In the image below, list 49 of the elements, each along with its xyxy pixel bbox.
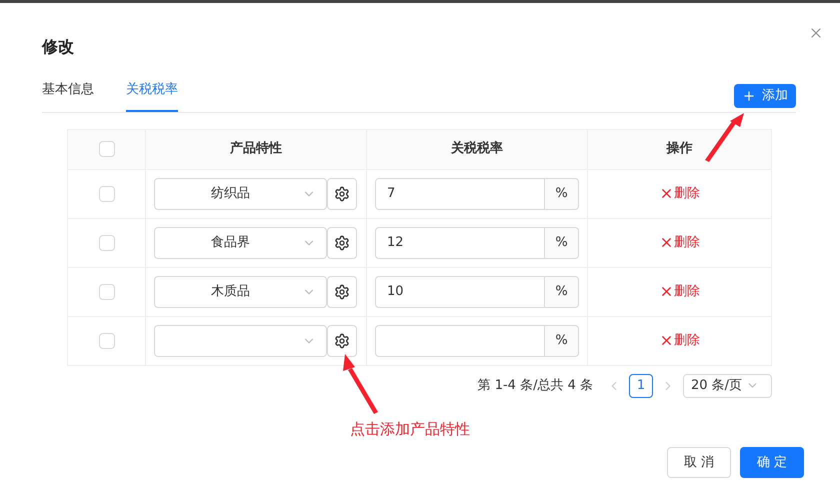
close-icon (659, 284, 674, 299)
plus-icon (742, 88, 756, 102)
delete-link[interactable]: 删除 (659, 330, 700, 350)
rate-field[interactable]: 10 (375, 276, 545, 308)
column-header: 产品特性 (230, 140, 282, 158)
settings-button[interactable] (327, 226, 357, 258)
percent-addon: % (545, 324, 579, 356)
select-field[interactable] (154, 324, 327, 356)
checkbox[interactable] (98, 284, 114, 300)
checkbox[interactable] (98, 332, 114, 348)
settings-button[interactable] (327, 324, 357, 356)
rate-field[interactable] (375, 324, 545, 356)
page-size-select[interactable]: 20 条/页 (683, 374, 772, 398)
close-icon (659, 333, 674, 348)
checkbox[interactable] (98, 141, 114, 157)
settings-icon (334, 234, 350, 250)
checkbox[interactable] (98, 234, 114, 250)
add-button[interactable]: 添加 (734, 84, 796, 108)
percent-addon: % (545, 226, 579, 258)
delete-link[interactable]: 删除 (659, 184, 700, 204)
annotation-arrow (343, 354, 378, 414)
select-field[interactable]: 食品界 (154, 226, 327, 258)
annotation-text: 点击添加产品特性 (350, 420, 470, 438)
column-header: 关税税率 (451, 140, 503, 158)
settings-button[interactable] (327, 276, 357, 308)
tab[interactable]: 关税税率 (126, 80, 178, 112)
dialog-title: 修改 (42, 36, 74, 58)
column-header: 操作 (666, 140, 692, 158)
pagination-summary: 第 1-4 条/总共 4 条 (478, 376, 593, 395)
cancel-button[interactable]: 取 消 (667, 447, 731, 478)
close-icon (659, 186, 674, 201)
rate-field[interactable]: 12 (375, 226, 545, 258)
annotation-arrow (705, 113, 744, 162)
page-button[interactable]: 1 (629, 374, 653, 398)
rate-field[interactable]: 7 (375, 178, 545, 210)
select-field[interactable]: 纺织品 (154, 178, 327, 210)
delete-link[interactable]: 删除 (659, 282, 700, 302)
confirm-button[interactable]: 确 定 (740, 447, 804, 478)
tab[interactable]: 基本信息 (42, 80, 94, 112)
settings-icon (334, 186, 350, 202)
settings-icon (334, 332, 350, 348)
settings-button[interactable] (327, 178, 357, 210)
settings-icon (334, 284, 350, 300)
percent-addon: % (545, 178, 579, 210)
select-field[interactable]: 木质品 (154, 276, 327, 308)
percent-addon: % (545, 276, 579, 308)
delete-link[interactable]: 删除 (659, 232, 700, 252)
close-icon (659, 235, 674, 250)
checkbox[interactable] (98, 186, 114, 202)
